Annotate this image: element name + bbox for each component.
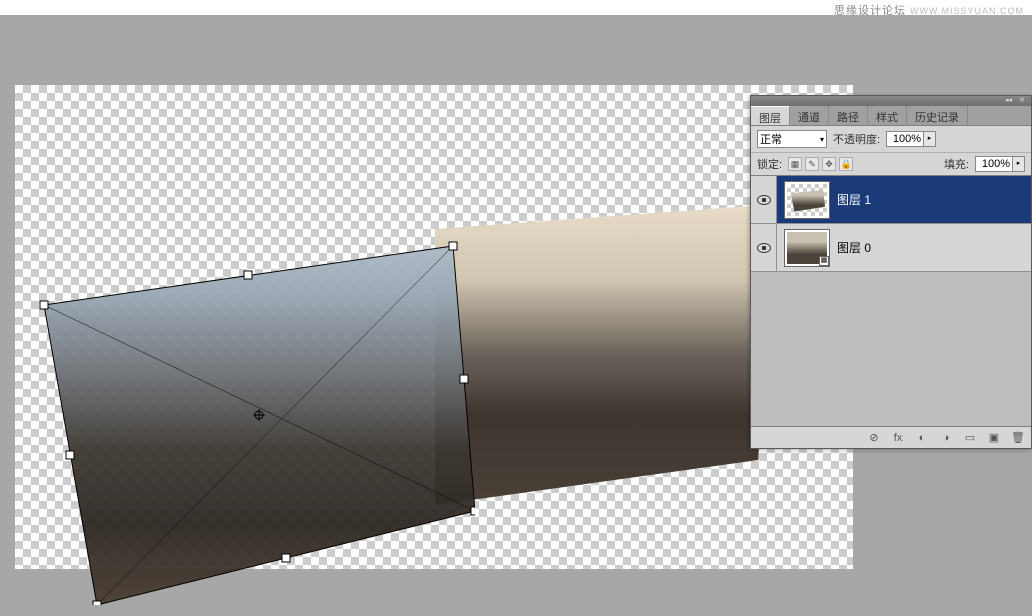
- new-layer-icon[interactable]: ▣: [987, 431, 1001, 445]
- panel-header[interactable]: ◂◂ ✕: [751, 96, 1031, 106]
- lock-label: 锁定:: [757, 156, 782, 172]
- panel-tabs: 图层 通道 路径 样式 历史记录: [751, 106, 1031, 126]
- layer-badge-icon: ▦: [819, 256, 829, 266]
- lock-position-icon[interactable]: ✥: [822, 157, 836, 171]
- chevron-right-icon[interactable]: ▸: [924, 131, 936, 147]
- lock-row: 锁定: ▦ ✎ ✥ 🔒 填充: 100% ▸: [751, 153, 1031, 176]
- fill-label: 填充:: [944, 156, 969, 172]
- image-layer-0: [435, 205, 765, 505]
- eye-icon: [757, 243, 771, 253]
- link-layers-icon[interactable]: ⊘: [867, 431, 881, 445]
- layers-list: 图层 1 ▦ 图层 0: [751, 176, 1031, 426]
- blend-mode-row: 正常 不透明度: 100% ▸: [751, 126, 1031, 153]
- image-layer-1[interactable]: [35, 215, 475, 605]
- visibility-toggle[interactable]: [751, 176, 777, 223]
- lock-pixels-icon[interactable]: ✎: [805, 157, 819, 171]
- layer-style-icon[interactable]: fx: [891, 431, 905, 445]
- eye-icon: [757, 195, 771, 205]
- group-icon[interactable]: ▭: [963, 431, 977, 445]
- lock-transparency-icon[interactable]: ▦: [788, 157, 802, 171]
- layer-thumbnail[interactable]: ▦: [785, 230, 829, 266]
- visibility-toggle[interactable]: [751, 224, 777, 271]
- close-icon[interactable]: ✕: [1019, 98, 1027, 104]
- adjustment-layer-icon[interactable]: ◑: [939, 431, 953, 445]
- collapse-icon[interactable]: ◂◂: [1005, 98, 1013, 104]
- layer-name[interactable]: 图层 1: [837, 191, 871, 208]
- fill-input[interactable]: 100% ▸: [975, 156, 1025, 172]
- opacity-input[interactable]: 100% ▸: [886, 131, 936, 147]
- tab-styles[interactable]: 样式: [868, 106, 907, 125]
- panel-footer: ⊘ fx ◐ ◑ ▭ ▣ 🗑: [751, 426, 1031, 448]
- opacity-label: 不透明度:: [833, 131, 880, 147]
- canvas[interactable]: [15, 85, 853, 569]
- tab-channels[interactable]: 通道: [790, 106, 829, 125]
- tab-paths[interactable]: 路径: [829, 106, 868, 125]
- tab-layers[interactable]: 图层: [751, 106, 790, 125]
- layer-mask-icon[interactable]: ◐: [915, 431, 929, 445]
- blend-mode-select[interactable]: 正常: [757, 130, 827, 148]
- layer-thumbnail[interactable]: [785, 182, 829, 218]
- layer-name[interactable]: 图层 0: [837, 239, 871, 256]
- tab-history[interactable]: 历史记录: [907, 106, 968, 125]
- delete-layer-icon[interactable]: 🗑: [1011, 431, 1025, 445]
- layer-row[interactable]: 图层 1: [751, 176, 1031, 224]
- layer-row[interactable]: ▦ 图层 0: [751, 224, 1031, 272]
- workspace: ◂◂ ✕ 图层 通道 路径 样式 历史记录 正常 不透明度: 100% ▸ 锁定…: [0, 15, 1032, 616]
- lock-all-icon[interactable]: 🔒: [839, 157, 853, 171]
- layers-panel: ◂◂ ✕ 图层 通道 路径 样式 历史记录 正常 不透明度: 100% ▸ 锁定…: [750, 95, 1032, 449]
- chevron-right-icon[interactable]: ▸: [1013, 156, 1025, 172]
